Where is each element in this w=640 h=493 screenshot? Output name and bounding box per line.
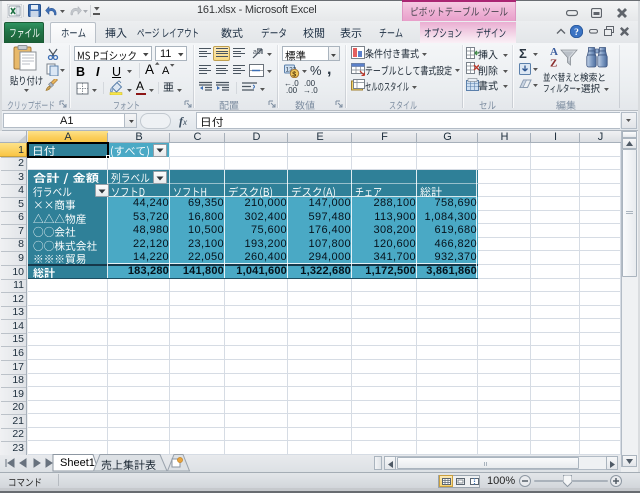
svg-text:ab: ab [253,49,261,56]
svg-text:$: $ [292,71,296,78]
svg-text:Z: Z [550,58,557,70]
svg-text:.00: .00 [286,86,298,94]
svg-text:?: ? [574,28,579,38]
svg-text:→.0: →.0 [303,86,318,94]
svg-text:A: A [550,46,558,58]
